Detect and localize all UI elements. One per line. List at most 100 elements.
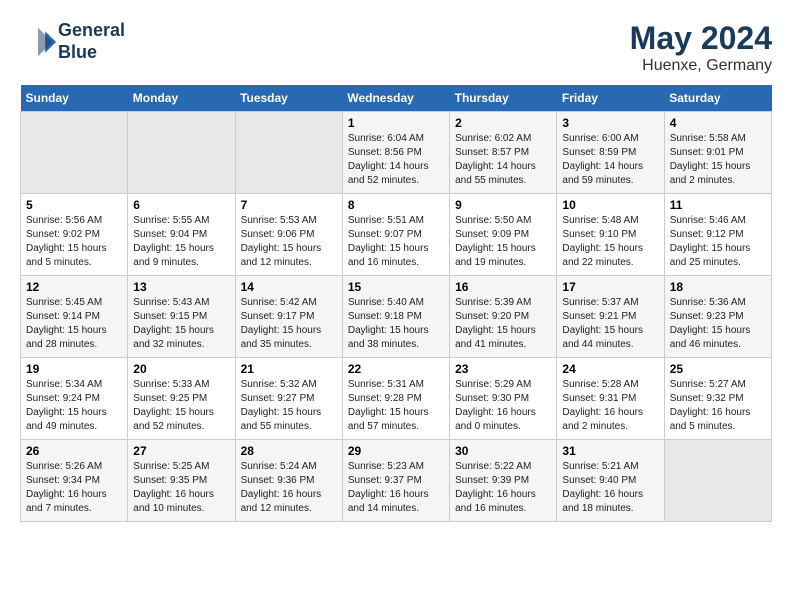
calendar-cell: 30 Sunrise: 5:22 AMSunset: 9:39 PMDayligh… bbox=[450, 440, 557, 522]
day-number: 18 bbox=[670, 280, 766, 294]
week-row-1: 1 Sunrise: 6:04 AMSunset: 8:56 PMDaylight… bbox=[21, 112, 772, 194]
day-number: 16 bbox=[455, 280, 551, 294]
logo-line2: Blue bbox=[58, 42, 125, 64]
day-number: 23 bbox=[455, 362, 551, 376]
calendar-cell bbox=[128, 112, 235, 194]
calendar-cell: 7 Sunrise: 5:53 AMSunset: 9:06 PMDaylight… bbox=[235, 194, 342, 276]
logo: General Blue bbox=[20, 20, 125, 63]
day-number: 20 bbox=[133, 362, 229, 376]
day-info: Sunrise: 6:00 AMSunset: 8:59 PMDaylight:… bbox=[562, 132, 658, 188]
calendar-cell: 25 Sunrise: 5:27 AMSunset: 9:32 PMDayligh… bbox=[664, 358, 771, 440]
day-number: 26 bbox=[26, 444, 122, 458]
day-info: Sunrise: 5:21 AMSunset: 9:40 PMDaylight:… bbox=[562, 460, 658, 516]
weekday-header-wednesday: Wednesday bbox=[342, 85, 449, 112]
calendar-cell: 20 Sunrise: 5:33 AMSunset: 9:25 PMDayligh… bbox=[128, 358, 235, 440]
day-number: 13 bbox=[133, 280, 229, 294]
calendar-cell: 6 Sunrise: 5:55 AMSunset: 9:04 PMDaylight… bbox=[128, 194, 235, 276]
day-info: Sunrise: 5:42 AMSunset: 9:17 PMDaylight:… bbox=[241, 296, 337, 352]
day-number: 1 bbox=[348, 116, 444, 130]
calendar-cell: 10Sunrise: 5:48 AMSunset: 9:10 PMDayligh… bbox=[557, 194, 664, 276]
day-info: Sunrise: 5:40 AMSunset: 9:18 PMDaylight:… bbox=[348, 296, 444, 352]
calendar-cell: 2 Sunrise: 6:02 AMSunset: 8:57 PMDaylight… bbox=[450, 112, 557, 194]
weekday-header-thursday: Thursday bbox=[450, 85, 557, 112]
day-info: Sunrise: 5:45 AMSunset: 9:14 PMDaylight:… bbox=[26, 296, 122, 352]
day-info: Sunrise: 5:33 AMSunset: 9:25 PMDaylight:… bbox=[133, 378, 229, 434]
day-info: Sunrise: 5:29 AMSunset: 9:30 PMDaylight:… bbox=[455, 378, 551, 434]
day-info: Sunrise: 5:53 AMSunset: 9:06 PMDaylight:… bbox=[241, 214, 337, 270]
day-number: 12 bbox=[26, 280, 122, 294]
calendar-cell bbox=[664, 440, 771, 522]
calendar-cell: 26 Sunrise: 5:26 AMSunset: 9:34 PMDayligh… bbox=[21, 440, 128, 522]
day-number: 24 bbox=[562, 362, 658, 376]
calendar-cell: 27 Sunrise: 5:25 AMSunset: 9:35 PMDayligh… bbox=[128, 440, 235, 522]
calendar-cell: 16 Sunrise: 5:39 AMSunset: 9:20 PMDayligh… bbox=[450, 276, 557, 358]
day-info: Sunrise: 5:36 AMSunset: 9:23 PMDaylight:… bbox=[670, 296, 766, 352]
calendar-cell: 4Sunrise: 5:58 AMSunset: 9:01 PMDaylight… bbox=[664, 112, 771, 194]
day-number: 2 bbox=[455, 116, 551, 130]
day-number: 5 bbox=[26, 198, 122, 212]
calendar-cell: 17 Sunrise: 5:37 AMSunset: 9:21 PMDayligh… bbox=[557, 276, 664, 358]
calendar-cell: 21Sunrise: 5:32 AMSunset: 9:27 PMDayligh… bbox=[235, 358, 342, 440]
calendar-cell: 29 Sunrise: 5:23 AMSunset: 9:37 PMDayligh… bbox=[342, 440, 449, 522]
logo-icon bbox=[20, 24, 56, 60]
calendar-cell: 13Sunrise: 5:43 AMSunset: 9:15 PMDayligh… bbox=[128, 276, 235, 358]
day-number: 22 bbox=[348, 362, 444, 376]
calendar-cell: 3Sunrise: 6:00 AMSunset: 8:59 PMDaylight… bbox=[557, 112, 664, 194]
month-year: May 2024 bbox=[630, 20, 772, 57]
day-info: Sunrise: 5:37 AMSunset: 9:21 PMDaylight:… bbox=[562, 296, 658, 352]
day-number: 31 bbox=[562, 444, 658, 458]
calendar-table: SundayMondayTuesdayWednesdayThursdayFrid… bbox=[20, 85, 772, 522]
day-number: 6 bbox=[133, 198, 229, 212]
calendar-cell: 22 Sunrise: 5:31 AMSunset: 9:28 PMDayligh… bbox=[342, 358, 449, 440]
day-info: Sunrise: 5:27 AMSunset: 9:32 PMDaylight:… bbox=[670, 378, 766, 434]
calendar-cell bbox=[21, 112, 128, 194]
day-info: Sunrise: 6:04 AMSunset: 8:56 PMDaylight:… bbox=[348, 132, 444, 188]
day-number: 15 bbox=[348, 280, 444, 294]
day-info: Sunrise: 5:46 AMSunset: 9:12 PMDaylight:… bbox=[670, 214, 766, 270]
day-info: Sunrise: 5:56 AMSunset: 9:02 PMDaylight:… bbox=[26, 214, 122, 270]
logo-text: General Blue bbox=[58, 20, 125, 63]
day-info: Sunrise: 5:55 AMSunset: 9:04 PMDaylight:… bbox=[133, 214, 229, 270]
calendar-cell: 24 Sunrise: 5:28 AMSunset: 9:31 PMDayligh… bbox=[557, 358, 664, 440]
day-number: 7 bbox=[241, 198, 337, 212]
day-info: Sunrise: 5:26 AMSunset: 9:34 PMDaylight:… bbox=[26, 460, 122, 516]
logo-line1: General bbox=[58, 20, 125, 42]
day-number: 29 bbox=[348, 444, 444, 458]
calendar-cell: 28Sunrise: 5:24 AMSunset: 9:36 PMDayligh… bbox=[235, 440, 342, 522]
day-number: 30 bbox=[455, 444, 551, 458]
calendar-cell: 14 Sunrise: 5:42 AMSunset: 9:17 PMDayligh… bbox=[235, 276, 342, 358]
day-number: 25 bbox=[670, 362, 766, 376]
day-info: Sunrise: 5:34 AMSunset: 9:24 PMDaylight:… bbox=[26, 378, 122, 434]
day-info: Sunrise: 6:02 AMSunset: 8:57 PMDaylight:… bbox=[455, 132, 551, 188]
location: Huenxe, Germany bbox=[630, 57, 772, 75]
weekday-header-tuesday: Tuesday bbox=[235, 85, 342, 112]
day-number: 27 bbox=[133, 444, 229, 458]
day-info: Sunrise: 5:50 AMSunset: 9:09 PMDaylight:… bbox=[455, 214, 551, 270]
calendar-cell: 18 Sunrise: 5:36 AMSunset: 9:23 PMDayligh… bbox=[664, 276, 771, 358]
day-info: Sunrise: 5:31 AMSunset: 9:28 PMDaylight:… bbox=[348, 378, 444, 434]
calendar-cell: 19Sunrise: 5:34 AMSunset: 9:24 PMDayligh… bbox=[21, 358, 128, 440]
calendar-cell: 23 Sunrise: 5:29 AMSunset: 9:30 PMDayligh… bbox=[450, 358, 557, 440]
calendar-cell bbox=[235, 112, 342, 194]
day-info: Sunrise: 5:28 AMSunset: 9:31 PMDaylight:… bbox=[562, 378, 658, 434]
day-info: Sunrise: 5:22 AMSunset: 9:39 PMDaylight:… bbox=[455, 460, 551, 516]
calendar-cell: 9 Sunrise: 5:50 AMSunset: 9:09 PMDaylight… bbox=[450, 194, 557, 276]
day-info: Sunrise: 5:51 AMSunset: 9:07 PMDaylight:… bbox=[348, 214, 444, 270]
day-info: Sunrise: 5:32 AMSunset: 9:27 PMDaylight:… bbox=[241, 378, 337, 434]
day-info: Sunrise: 5:23 AMSunset: 9:37 PMDaylight:… bbox=[348, 460, 444, 516]
weekday-header-saturday: Saturday bbox=[664, 85, 771, 112]
weekday-header-row: SundayMondayTuesdayWednesdayThursdayFrid… bbox=[21, 85, 772, 112]
calendar-cell: 31 Sunrise: 5:21 AMSunset: 9:40 PMDayligh… bbox=[557, 440, 664, 522]
day-info: Sunrise: 5:48 AMSunset: 9:10 PMDaylight:… bbox=[562, 214, 658, 270]
week-row-2: 5 Sunrise: 5:56 AMSunset: 9:02 PMDaylight… bbox=[21, 194, 772, 276]
week-row-4: 19Sunrise: 5:34 AMSunset: 9:24 PMDayligh… bbox=[21, 358, 772, 440]
day-number: 9 bbox=[455, 198, 551, 212]
day-info: Sunrise: 5:58 AMSunset: 9:01 PMDaylight:… bbox=[670, 132, 766, 188]
day-info: Sunrise: 5:39 AMSunset: 9:20 PMDaylight:… bbox=[455, 296, 551, 352]
calendar-cell: 1 Sunrise: 6:04 AMSunset: 8:56 PMDaylight… bbox=[342, 112, 449, 194]
day-number: 14 bbox=[241, 280, 337, 294]
day-number: 8 bbox=[348, 198, 444, 212]
day-info: Sunrise: 5:25 AMSunset: 9:35 PMDaylight:… bbox=[133, 460, 229, 516]
calendar-cell: 12 Sunrise: 5:45 AMSunset: 9:14 PMDayligh… bbox=[21, 276, 128, 358]
day-number: 17 bbox=[562, 280, 658, 294]
